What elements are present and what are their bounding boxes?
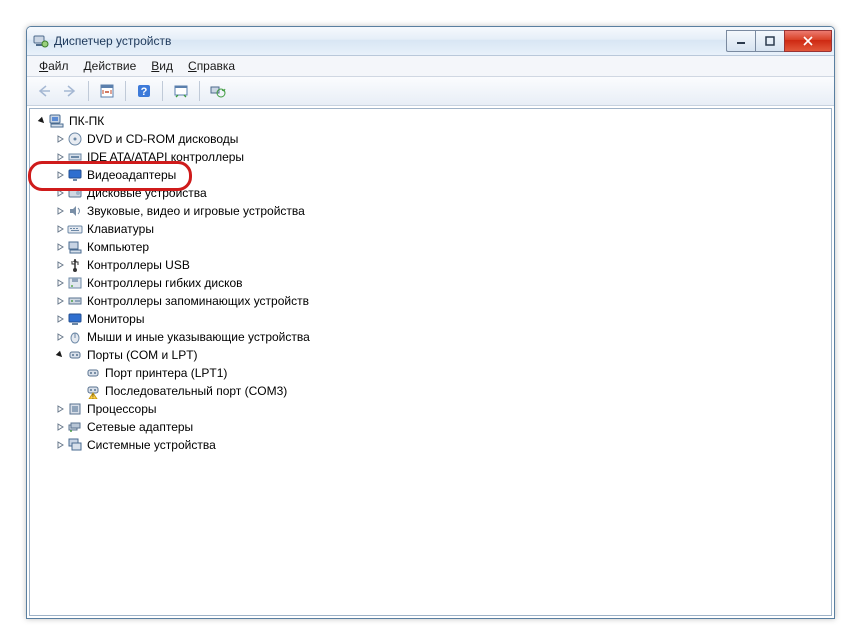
tree-item[interactable]: Мыши и иные указывающие устройства (32, 328, 831, 346)
system-icon (67, 437, 83, 453)
expand-toggle-icon[interactable] (54, 133, 66, 145)
cpu-icon (67, 401, 83, 417)
toolbar-refresh-button[interactable] (205, 78, 231, 104)
tree-item[interactable]: Звуковые, видео и игровые устройства (32, 202, 831, 220)
tree-item[interactable]: Контроллеры USB (32, 256, 831, 274)
expand-toggle-icon[interactable] (54, 313, 66, 325)
menu-action[interactable]: Действие (78, 58, 143, 74)
close-button[interactable] (784, 30, 832, 52)
tree-item-label: Дисковые устройства (87, 186, 207, 200)
usb-icon (67, 257, 83, 273)
tree-item-label: Мониторы (87, 312, 144, 326)
expand-toggle-icon[interactable] (54, 259, 66, 271)
tree-item-label: Контроллеры USB (87, 258, 190, 272)
tree-root[interactable]: ПК-ПК (32, 112, 831, 130)
expand-toggle-icon[interactable] (54, 403, 66, 415)
port-warn-icon: ! (85, 383, 101, 399)
tree-item-label: Системные устройства (87, 438, 216, 452)
toolbar-help-button[interactable]: ? (131, 78, 157, 104)
display-icon (67, 167, 83, 183)
expand-toggle-icon[interactable] (54, 205, 66, 217)
tree-item-label: Компьютер (87, 240, 149, 254)
expand-toggle-icon[interactable] (54, 277, 66, 289)
tree-item[interactable]: Дисковые устройства (32, 184, 831, 202)
tree-item[interactable]: Системные устройства (32, 436, 831, 454)
expand-toggle-icon[interactable] (54, 439, 66, 451)
tree-item[interactable]: Сетевые адаптеры (32, 418, 831, 436)
port-icon (85, 365, 101, 381)
tree-item-label: Порты (COM и LPT) (87, 348, 198, 362)
tree-item-label: Мыши и иные указывающие устройства (87, 330, 310, 344)
app-icon (33, 33, 49, 49)
titlebar: Диспетчер устройств (27, 27, 834, 56)
tree-item-label: DVD и CD-ROM дисководы (87, 132, 238, 146)
tree-item-label: Звуковые, видео и игровые устройства (87, 204, 305, 218)
menu-file[interactable]: Файл (33, 58, 75, 74)
menu-help[interactable]: Справка (182, 58, 241, 74)
tree-item-label: Последовательный порт (COM3) (105, 384, 287, 398)
tree-item[interactable]: Контроллеры запоминающих устройств (32, 292, 831, 310)
computer-icon (49, 113, 65, 129)
toolbar-forward-button[interactable] (57, 78, 83, 104)
menu-bar: Файл Действие Вид Справка (27, 56, 834, 77)
expand-toggle-icon[interactable] (54, 169, 66, 181)
storage-icon (67, 293, 83, 309)
mouse-icon (67, 329, 83, 345)
tree-item-label: Процессоры (87, 402, 157, 416)
tree-item[interactable]: Видеоадаптеры (32, 166, 831, 184)
device-manager-window: Диспетчер устройств Файл Действие Вид Сп… (26, 26, 835, 619)
tree-item[interactable]: Клавиатуры (32, 220, 831, 238)
svg-text:?: ? (141, 86, 148, 98)
expand-toggle-icon[interactable] (36, 115, 48, 127)
tree-item-label: Контроллеры гибких дисков (87, 276, 243, 290)
expand-toggle-icon[interactable] (54, 421, 66, 433)
window-control-buttons (726, 31, 832, 51)
sound-icon (67, 203, 83, 219)
disc-icon (67, 131, 83, 147)
network-icon (67, 419, 83, 435)
expand-toggle-icon[interactable] (54, 331, 66, 343)
tree-item[interactable]: DVD и CD-ROM дисководы (32, 130, 831, 148)
toolbar-collapse-button[interactable] (94, 78, 120, 104)
toolbar-scan-button[interactable] (168, 78, 194, 104)
expand-toggle-icon[interactable] (54, 151, 66, 163)
computer-icon (67, 239, 83, 255)
disk-icon (67, 185, 83, 201)
keyboard-icon (67, 221, 83, 237)
tree-item-label: Видеоадаптеры (87, 168, 176, 182)
tree-item[interactable]: Компьютер (32, 238, 831, 256)
tree-item-label: Клавиатуры (87, 222, 154, 236)
tree-item-label: Порт принтера (LPT1) (105, 366, 227, 380)
floppyctl-icon (67, 275, 83, 291)
tree-item-label: Сетевые адаптеры (87, 420, 193, 434)
tree-item-label: Контроллеры запоминающих устройств (87, 294, 309, 308)
tree-item[interactable]: Процессоры (32, 400, 831, 418)
tree-item[interactable]: IDE ATA/ATAPI контроллеры (32, 148, 831, 166)
menu-view[interactable]: Вид (145, 58, 179, 74)
expand-toggle-icon[interactable] (54, 241, 66, 253)
monitor-icon (67, 311, 83, 327)
toolbar-back-button[interactable] (31, 78, 57, 104)
tree-item[interactable]: Порты (COM и LPT) (32, 346, 831, 364)
toolbar: ? (27, 77, 834, 106)
tree-item[interactable]: ! Последовательный порт (COM3) (32, 382, 831, 400)
tree-item[interactable]: Мониторы (32, 310, 831, 328)
minimize-button[interactable] (726, 30, 755, 52)
expand-toggle-icon[interactable] (54, 223, 66, 235)
device-tree[interactable]: ПК-ПК DVD и CD-ROM дисководы IDE ATA/ATAPI… (29, 108, 832, 616)
expand-toggle-icon[interactable] (54, 295, 66, 307)
tree-item-label: IDE ATA/ATAPI контроллеры (87, 150, 244, 164)
tree-item[interactable]: Порт принтера (LPT1) (32, 364, 831, 382)
port-icon (67, 347, 83, 363)
maximize-button[interactable] (755, 30, 784, 52)
expand-toggle-icon[interactable] (54, 349, 66, 361)
tree-item[interactable]: Контроллеры гибких дисков (32, 274, 831, 292)
expand-toggle-icon[interactable] (54, 187, 66, 199)
window-title: Диспетчер устройств (54, 34, 726, 48)
tree-root-label: ПК-ПК (69, 114, 104, 128)
ide-icon (67, 149, 83, 165)
